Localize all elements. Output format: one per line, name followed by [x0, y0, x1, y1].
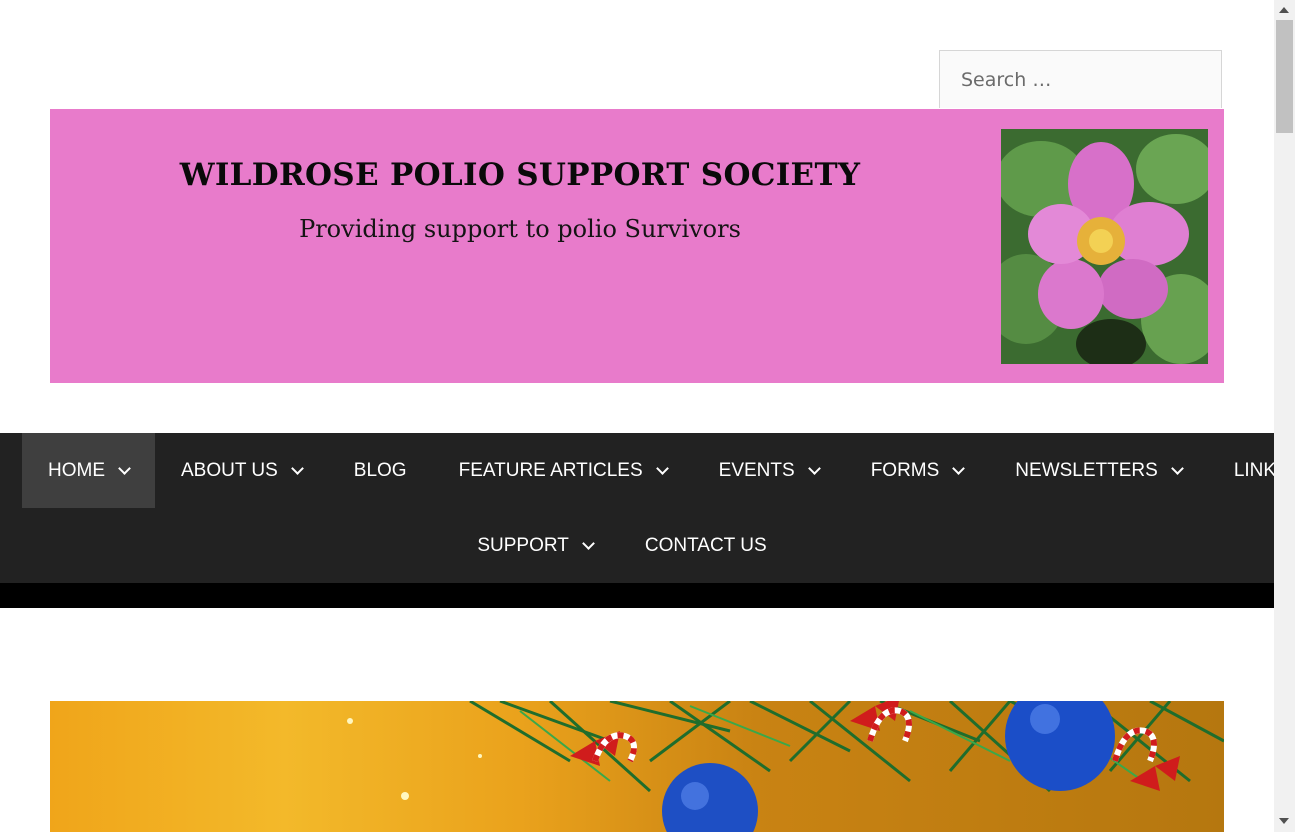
nav-item-events[interactable]: EVENTS — [693, 433, 845, 508]
nav-item-label: BLOG — [353, 459, 407, 481]
chevron-down-icon[interactable] — [952, 461, 966, 475]
vertical-scrollbar[interactable] — [1274, 0, 1295, 832]
site-title: WILDROSE POLIO SUPPORT SOCIETY — [179, 157, 861, 193]
search-input[interactable] — [959, 67, 1221, 92]
nav-item-feature-articles[interactable]: FEATURE ARTICLES — [433, 433, 693, 508]
main-navigation: HOME ABOUT US BLOG FEATURE ARTICLES EVEN… — [0, 433, 1274, 583]
nav-bottom-strip — [0, 583, 1274, 608]
nav-item-label: FORMS — [870, 459, 940, 481]
christmas-ornaments-image[interactable] — [50, 701, 1224, 832]
nav-item-blog[interactable]: BLOG — [328, 433, 433, 508]
nav-item-contact-us[interactable]: CONTACT US — [619, 508, 793, 583]
nav-item-label: FEATURE ARTICLES — [458, 459, 643, 481]
nav-item-label: HOME — [48, 459, 105, 481]
chevron-down-icon[interactable] — [290, 461, 304, 475]
nav-item-support[interactable]: SUPPORT — [451, 508, 619, 583]
site-tagline: Providing support to polio Survivors — [299, 215, 741, 243]
nav-item-label: ABOUT US — [181, 459, 278, 481]
nav-item-forms[interactable]: FORMS — [845, 433, 990, 508]
page: WILDROSE POLIO SUPPORT SOCIETY Providing… — [0, 0, 1274, 832]
nav-item-label: NEWSLETTERS — [1015, 459, 1158, 481]
chevron-down-icon[interactable] — [1170, 461, 1184, 475]
scrollbar-thumb[interactable] — [1276, 20, 1293, 133]
nav-item-label: CONTACT US — [644, 534, 767, 556]
nav-item-label: LINKS — [1233, 459, 1274, 481]
christmas-ornaments-icon — [347, 701, 1224, 832]
nav-item-links[interactable]: LINKS — [1208, 433, 1274, 508]
nav-item-about-us[interactable]: ABOUT US — [155, 433, 328, 508]
chevron-down-icon[interactable] — [655, 461, 669, 475]
nav-row-2: SUPPORT CONTACT US — [0, 508, 1274, 583]
nav-row-1: HOME ABOUT US BLOG FEATURE ARTICLES EVEN… — [22, 433, 1274, 508]
chevron-down-icon[interactable] — [118, 461, 131, 475]
scroll-down-arrow-icon[interactable] — [1279, 818, 1289, 824]
header-banner[interactable]: WILDROSE POLIO SUPPORT SOCIETY Providing… — [50, 109, 1224, 383]
scroll-up-arrow-icon[interactable] — [1279, 7, 1289, 13]
search-box[interactable] — [939, 50, 1222, 108]
wild-rose-flower-icon — [1001, 129, 1208, 364]
chevron-down-icon[interactable] — [582, 536, 595, 550]
nav-item-home[interactable]: HOME — [22, 433, 155, 508]
nav-item-label: EVENTS — [718, 459, 795, 481]
nav-item-newsletters[interactable]: NEWSLETTERS — [989, 433, 1208, 508]
chevron-down-icon[interactable] — [807, 461, 821, 475]
nav-item-label: SUPPORT — [477, 534, 569, 556]
